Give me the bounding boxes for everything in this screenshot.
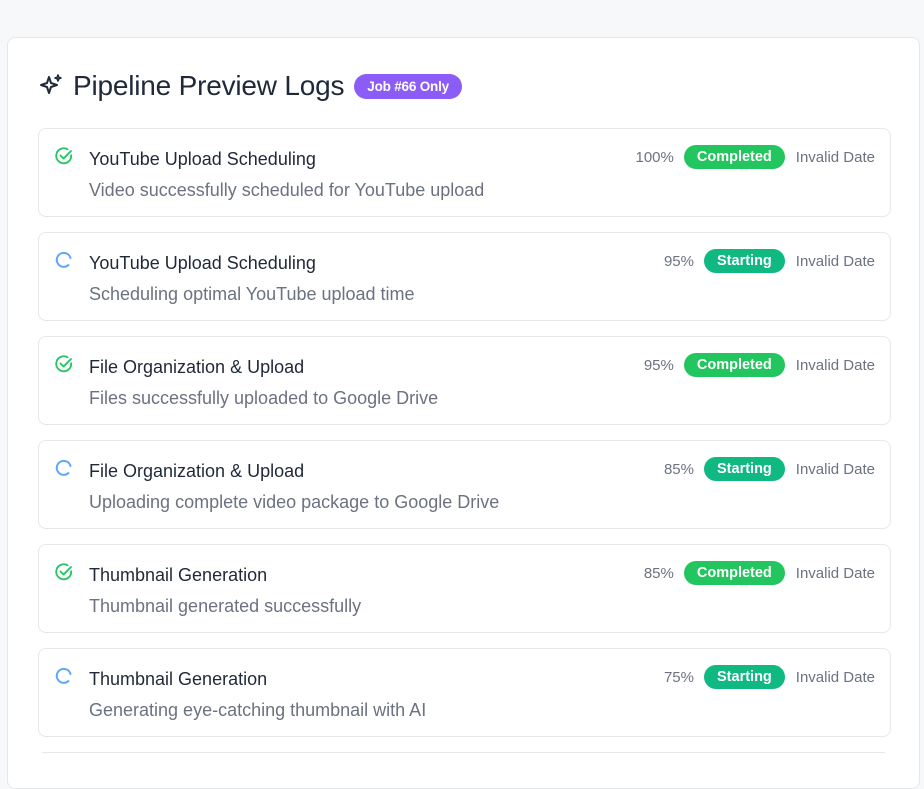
log-item: Thumbnail Generation Generating eye-catch… [38, 648, 891, 737]
log-timestamp: Invalid Date [795, 460, 875, 478]
status-badge: Completed [683, 561, 785, 585]
log-timestamp: Invalid Date [795, 252, 875, 270]
spinner-icon [54, 666, 74, 686]
log-item: File Organization & Upload Files successf… [38, 336, 891, 425]
status-badge: Starting [704, 249, 785, 273]
log-meta: 100% Completed Invalid Date [635, 145, 875, 169]
sparkles-icon [40, 74, 62, 94]
log-message: Scheduling optimal YouTube upload time [89, 284, 415, 304]
log-message: Generating eye-catching thumbnail with A… [89, 700, 427, 720]
divider [42, 752, 885, 753]
check-circle-icon [54, 146, 74, 166]
spinner-icon [54, 458, 74, 478]
panel-header: Pipeline Preview Logs Job #66 Only [38, 70, 462, 102]
progress-percent: 75% [663, 668, 694, 686]
logs-panel: Pipeline Preview Logs Job #66 Only YouTu… [7, 37, 920, 789]
log-item: YouTube Upload Scheduling Video successfu… [38, 128, 891, 217]
progress-percent: 95% [643, 356, 674, 374]
log-title: YouTube Upload Scheduling [89, 149, 316, 169]
progress-percent: 85% [643, 564, 674, 582]
status-badge: Starting [704, 457, 785, 481]
status-badge: Completed [683, 145, 785, 169]
page-title: Pipeline Preview Logs [73, 70, 345, 101]
log-meta: 85% Starting Invalid Date [664, 457, 875, 481]
check-circle-icon [54, 354, 74, 374]
log-item: Thumbnail Generation Thumbnail generated … [38, 544, 891, 633]
log-meta: 85% Completed Invalid Date [644, 561, 875, 585]
log-item: File Organization & Upload Uploading comp… [38, 440, 891, 529]
log-timestamp: Invalid Date [795, 564, 875, 582]
log-meta: 95% Starting Invalid Date [664, 249, 875, 273]
log-message: Thumbnail generated successfully [89, 596, 362, 616]
log-meta: 95% Completed Invalid Date [644, 353, 875, 377]
status-badge: Completed [683, 353, 785, 377]
log-message: Files successfully uploaded to Google Dr… [89, 388, 439, 408]
log-timestamp: Invalid Date [795, 668, 875, 686]
progress-percent: 100% [635, 148, 674, 166]
log-timestamp: Invalid Date [795, 356, 875, 374]
log-item: YouTube Upload Scheduling Scheduling opti… [38, 232, 891, 321]
progress-percent: 95% [663, 252, 694, 270]
log-title: File Organization & Upload [89, 461, 305, 481]
log-timestamp: Invalid Date [795, 148, 875, 166]
log-title: Thumbnail Generation [89, 565, 268, 585]
log-title: File Organization & Upload [89, 357, 305, 377]
check-circle-icon [54, 562, 74, 582]
log-message: Uploading complete video package to Goog… [89, 492, 500, 512]
log-title: Thumbnail Generation [89, 669, 268, 689]
spinner-icon [54, 250, 74, 270]
job-filter-badge: Job #66 Only [354, 73, 462, 99]
log-meta: 75% Starting Invalid Date [664, 665, 875, 689]
log-title: YouTube Upload Scheduling [89, 253, 316, 273]
log-message: Video successfully scheduled for YouTube… [89, 180, 485, 200]
progress-percent: 85% [663, 460, 694, 478]
log-list: YouTube Upload Scheduling Video successfu… [38, 128, 891, 752]
status-badge: Starting [704, 665, 785, 689]
